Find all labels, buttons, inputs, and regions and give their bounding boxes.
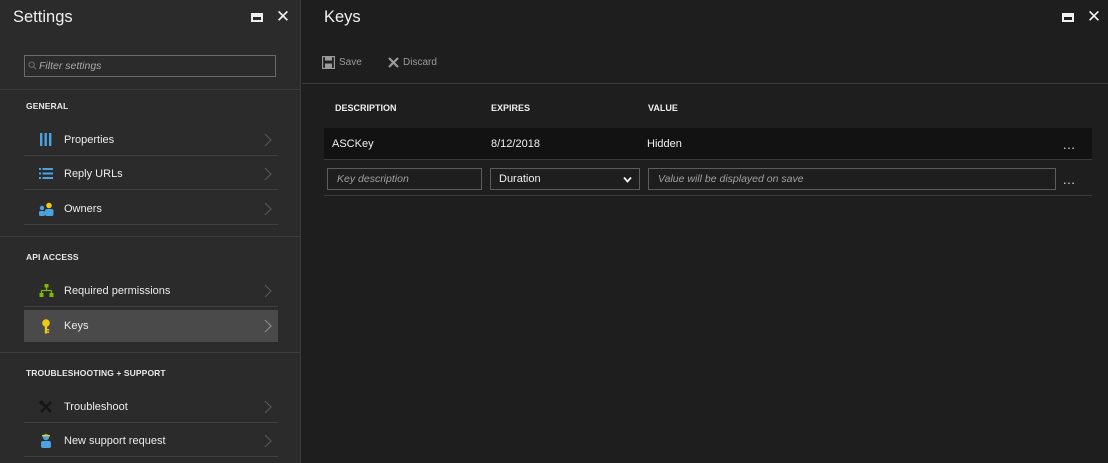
discard-button[interactable]: Discard	[388, 53, 437, 71]
maximize-icon[interactable]	[249, 9, 265, 25]
discard-icon	[388, 56, 399, 68]
divider	[0, 236, 301, 237]
filter-settings-input[interactable]	[24, 55, 276, 77]
section-label-general: GENERAL	[26, 101, 69, 111]
key-expires-cell: 8/12/2018	[491, 138, 540, 150]
key-icon	[38, 318, 54, 334]
hierarchy-icon	[38, 283, 54, 299]
sidebar-item-label: Keys	[64, 320, 89, 332]
key-description-cell: ASCKey	[332, 138, 374, 150]
column-header-value: VALUE	[648, 103, 678, 113]
key-value-cell: Hidden	[647, 138, 682, 150]
key-description-input[interactable]	[327, 168, 482, 190]
keys-blade: Keys ✕ Save Discard DESCRIPTION EXPIRES …	[302, 0, 1108, 463]
search-icon	[28, 61, 37, 70]
settings-title: Settings	[13, 8, 73, 26]
sidebar-item-label: Required permissions	[64, 284, 171, 297]
save-label: Save	[339, 56, 362, 68]
chevron-right-icon	[264, 167, 272, 181]
chevron-right-icon	[264, 319, 272, 333]
chevron-right-icon	[264, 133, 272, 147]
sidebar-item-owners[interactable]: Owners	[24, 193, 278, 225]
sidebar-item-properties[interactable]: Properties	[24, 124, 278, 156]
chevron-down-icon	[623, 176, 632, 183]
sidebar-item-label: Properties	[64, 133, 115, 146]
discard-label: Discard	[403, 56, 437, 68]
tools-icon	[38, 399, 54, 415]
new-key-row: Duration ...	[324, 162, 1092, 196]
duration-selected-value: Duration	[499, 173, 541, 185]
settings-header: Settings ✕	[0, 0, 300, 38]
table-row[interactable]: ASCKey 8/12/2018 Hidden ...	[324, 128, 1092, 160]
more-options-button[interactable]: ...	[1063, 137, 1075, 152]
chevron-right-icon	[264, 434, 272, 448]
chevron-right-icon	[264, 284, 272, 298]
keys-title: Keys	[324, 8, 361, 26]
chevron-right-icon	[264, 400, 272, 414]
divider	[302, 83, 1108, 84]
column-header-description: DESCRIPTION	[335, 103, 397, 113]
sidebar-item-reply-urls[interactable]: Reply URLs	[24, 158, 278, 190]
sidebar-item-label: Troubleshoot	[64, 400, 128, 413]
save-button[interactable]: Save	[322, 53, 362, 71]
close-icon[interactable]: ✕	[275, 9, 291, 26]
duration-select[interactable]: Duration	[490, 168, 640, 190]
close-icon[interactable]: ✕	[1086, 9, 1102, 26]
sidebar-item-new-support-request[interactable]: New support request	[24, 425, 278, 457]
chevron-right-icon	[264, 202, 272, 216]
people-icon	[38, 201, 54, 217]
sidebar-item-troubleshoot[interactable]: Troubleshoot	[24, 391, 278, 423]
properties-icon	[38, 132, 54, 148]
section-label-api-access: API ACCESS	[26, 252, 79, 262]
divider	[0, 352, 301, 353]
sidebar-item-keys[interactable]: Keys	[24, 310, 278, 342]
section-label-troubleshooting-support: TROUBLESHOOTING + SUPPORT	[26, 368, 166, 378]
divider	[0, 89, 301, 90]
column-header-expires: EXPIRES	[491, 103, 531, 113]
more-options-button[interactable]: ...	[1063, 172, 1075, 187]
sidebar-item-label: Reply URLs	[64, 167, 123, 180]
key-value-input[interactable]	[648, 168, 1056, 190]
list-icon	[38, 166, 54, 182]
maximize-icon[interactable]	[1060, 9, 1076, 25]
sidebar-item-label: New support request	[64, 434, 166, 447]
sidebar-item-required-permissions[interactable]: Required permissions	[24, 275, 278, 307]
save-icon	[322, 55, 335, 69]
sidebar-item-label: Owners	[64, 202, 102, 215]
support-person-icon	[38, 433, 54, 449]
settings-blade: Settings ✕ GENERAL Properties Re	[0, 0, 301, 463]
